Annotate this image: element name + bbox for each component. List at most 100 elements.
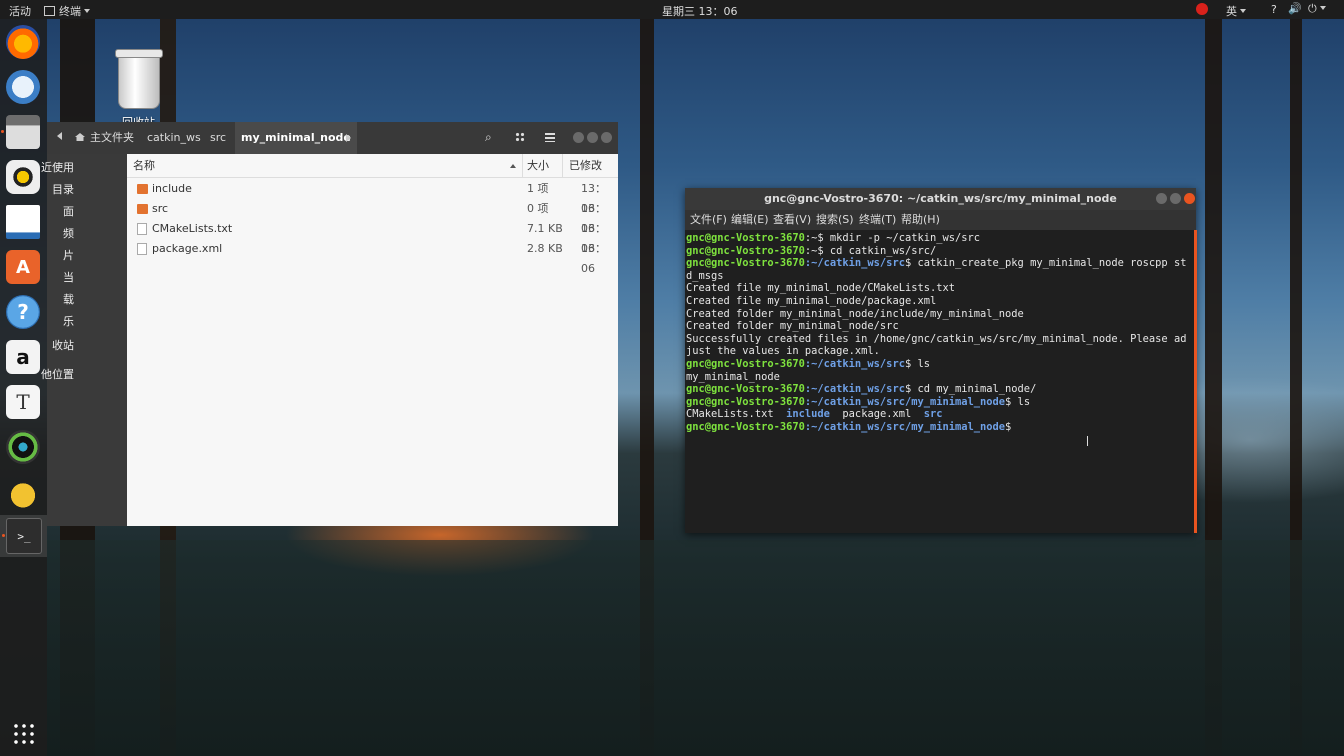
ls-file: CMakeLists.txt bbox=[686, 408, 774, 421]
sidebar-item-downloads[interactable]: 载 bbox=[47, 290, 127, 310]
text-editor-icon[interactable]: T bbox=[6, 385, 40, 419]
maximize-button[interactable] bbox=[1170, 193, 1181, 204]
folder-icon bbox=[137, 204, 148, 214]
top-bar: 活动 终端 星期三 13：06 英 ? 🔊 ⏻ bbox=[0, 0, 1344, 19]
file-name: CMakeLists.txt bbox=[152, 222, 233, 235]
terminal-glyph: >_ bbox=[17, 529, 31, 543]
menu-file[interactable]: 文件(F) bbox=[690, 210, 727, 230]
app-menu[interactable]: 终端 bbox=[44, 3, 90, 19]
prompt-user: gnc@gnc-Vostro-3670 bbox=[686, 395, 805, 408]
sort-ascending-icon bbox=[510, 164, 516, 168]
camera-icon[interactable] bbox=[6, 430, 40, 464]
command: $ bbox=[1005, 421, 1012, 433]
terminal-line: Created folder my_minimal_node/src bbox=[686, 320, 899, 333]
terminal-icon[interactable]: >_ bbox=[2, 518, 42, 554]
software-icon[interactable]: A bbox=[6, 250, 40, 284]
clock[interactable]: 星期三 13：06 bbox=[662, 3, 738, 19]
terminal-scrollbar[interactable] bbox=[1194, 230, 1197, 533]
show-apps-icon[interactable] bbox=[12, 722, 34, 744]
column-header-name[interactable]: 名称 bbox=[127, 154, 523, 178]
command: $ ls bbox=[904, 358, 930, 370]
maximize-button[interactable] bbox=[587, 132, 598, 143]
column-header-modified[interactable]: 已修改 bbox=[563, 154, 618, 178]
terminal-line: gnc@gnc-Vostro-3670:~/catkin_ws/src$ ls bbox=[686, 358, 930, 371]
terminal-line: d_msgs bbox=[686, 269, 724, 282]
chevron-down-icon bbox=[84, 9, 90, 13]
trash-bin bbox=[118, 53, 160, 109]
column-header-size[interactable]: 大小 bbox=[523, 154, 563, 178]
sidebar-item-label: 频 bbox=[63, 227, 74, 240]
terminal-window: gnc@gnc-Vostro-3670: ~/catkin_ws/src/my_… bbox=[685, 188, 1197, 533]
sidebar-item-pictures[interactable]: 片 bbox=[47, 246, 127, 266]
file-name: include bbox=[152, 182, 192, 195]
menu-edit[interactable]: 编辑(E) bbox=[731, 210, 769, 230]
lang-label: 英 bbox=[1226, 5, 1237, 18]
home-icon bbox=[75, 133, 85, 141]
sidebar-item-documents[interactable]: 当 bbox=[47, 268, 127, 288]
terminal-line: gnc@gnc-Vostro-3670:~/catkin_ws/src$ cd … bbox=[686, 383, 1036, 396]
grid-view-icon[interactable] bbox=[515, 132, 525, 142]
minimize-button[interactable] bbox=[1156, 193, 1167, 204]
file-row[interactable]: include 1 项 13：06 bbox=[127, 179, 618, 215]
sidebar-item-desktop[interactable]: 面 bbox=[47, 202, 127, 222]
volume-icon[interactable]: 🔊 bbox=[1288, 2, 1302, 15]
sidebar-item-recent[interactable]: 近使用 bbox=[41, 158, 127, 178]
thunderbird-icon[interactable] bbox=[6, 70, 40, 104]
power-glyph: ⏻ bbox=[1308, 2, 1317, 15]
sidebar-item-trash[interactable]: 收站 bbox=[47, 336, 127, 356]
file-row[interactable]: src 0 项 13：06 bbox=[127, 199, 618, 235]
sidebar-item-label: 当 bbox=[63, 271, 74, 284]
terminal-titlebar[interactable]: gnc@gnc-Vostro-3670: ~/catkin_ws/src/my_… bbox=[685, 188, 1196, 210]
activities-button[interactable]: 活动 bbox=[9, 3, 31, 19]
prompt-user: gnc@gnc-Vostro-3670 bbox=[686, 232, 805, 244]
hamburger-menu-icon[interactable] bbox=[545, 132, 555, 142]
app-menu-label: 终端 bbox=[59, 5, 81, 18]
help-indicator-icon[interactable]: ? bbox=[1271, 3, 1277, 16]
firefox-icon[interactable] bbox=[6, 25, 40, 59]
sidebar-item-label: 载 bbox=[63, 293, 74, 306]
prompt-path: :~/catkin_ws/src/my_minimal_node bbox=[804, 395, 1006, 408]
trash-icon[interactable] bbox=[112, 47, 164, 109]
menu-search[interactable]: 搜索(S) bbox=[816, 210, 854, 230]
menu-view[interactable]: 查看(V) bbox=[773, 210, 811, 230]
close-button[interactable] bbox=[1184, 193, 1195, 204]
prompt-user: gnc@gnc-Vostro-3670 bbox=[686, 257, 805, 270]
close-button[interactable] bbox=[601, 132, 612, 143]
power-icon[interactable]: ⏻ bbox=[1308, 2, 1326, 16]
sidebar-item-home[interactable]: 目录 bbox=[47, 180, 127, 200]
prompt-path: :~$ bbox=[804, 232, 824, 244]
menu-help[interactable]: 帮助(H) bbox=[901, 210, 940, 230]
file-row[interactable]: package.xml 2.8 KB 13：06 bbox=[127, 239, 618, 275]
prompt-path: :~/catkin_ws/src bbox=[804, 257, 905, 270]
sidebar-item-videos[interactable]: 频 bbox=[47, 224, 127, 244]
record-indicator-icon[interactable] bbox=[1196, 3, 1208, 15]
breadcrumb-my-minimal-node[interactable]: my_minimal_node bbox=[235, 122, 357, 154]
sidebar-item-other-locations[interactable]: 他位置 bbox=[41, 365, 127, 385]
file-row[interactable]: CMakeLists.txt 7.1 KB 13：06 bbox=[127, 219, 618, 255]
rhythmbox-icon[interactable] bbox=[6, 160, 40, 194]
menu-terminal[interactable]: 终端(T) bbox=[859, 210, 896, 230]
breadcrumb-home[interactable]: 主文件夹 bbox=[69, 122, 140, 154]
writer-icon[interactable] bbox=[6, 205, 40, 239]
back-arrow-icon[interactable] bbox=[57, 132, 62, 140]
file-name: src bbox=[152, 202, 169, 215]
sidebar-item-label: 面 bbox=[63, 205, 74, 218]
file-modified: 13：06 bbox=[581, 242, 606, 275]
search-icon[interactable]: ⌕ bbox=[485, 131, 497, 143]
help-icon[interactable]: ? bbox=[6, 295, 40, 329]
terminal-line: Created folder my_minimal_node/include/m… bbox=[686, 307, 1024, 320]
ls-dir: include bbox=[786, 408, 830, 421]
text-file-icon bbox=[137, 223, 147, 235]
files-icon[interactable] bbox=[1, 115, 40, 149]
breadcrumb-src[interactable]: src bbox=[204, 122, 232, 154]
breadcrumb-home-label: 主文件夹 bbox=[90, 131, 134, 144]
amazon-icon[interactable]: a bbox=[6, 340, 40, 374]
breadcrumb-catkin-ws[interactable]: catkin_ws bbox=[141, 122, 207, 154]
command: mkdir -p ~/catkin_ws/src bbox=[823, 232, 981, 244]
teapot-icon[interactable] bbox=[6, 475, 40, 509]
sidebar-item-music[interactable]: 乐 bbox=[47, 312, 127, 332]
input-method-indicator[interactable]: 英 bbox=[1226, 3, 1246, 19]
terminal-output[interactable]: gnc@gnc-Vostro-3670:~$ mkdir -p ~/catkin… bbox=[685, 230, 1196, 533]
minimize-button[interactable] bbox=[573, 132, 584, 143]
forward-arrow-icon[interactable] bbox=[346, 134, 351, 142]
